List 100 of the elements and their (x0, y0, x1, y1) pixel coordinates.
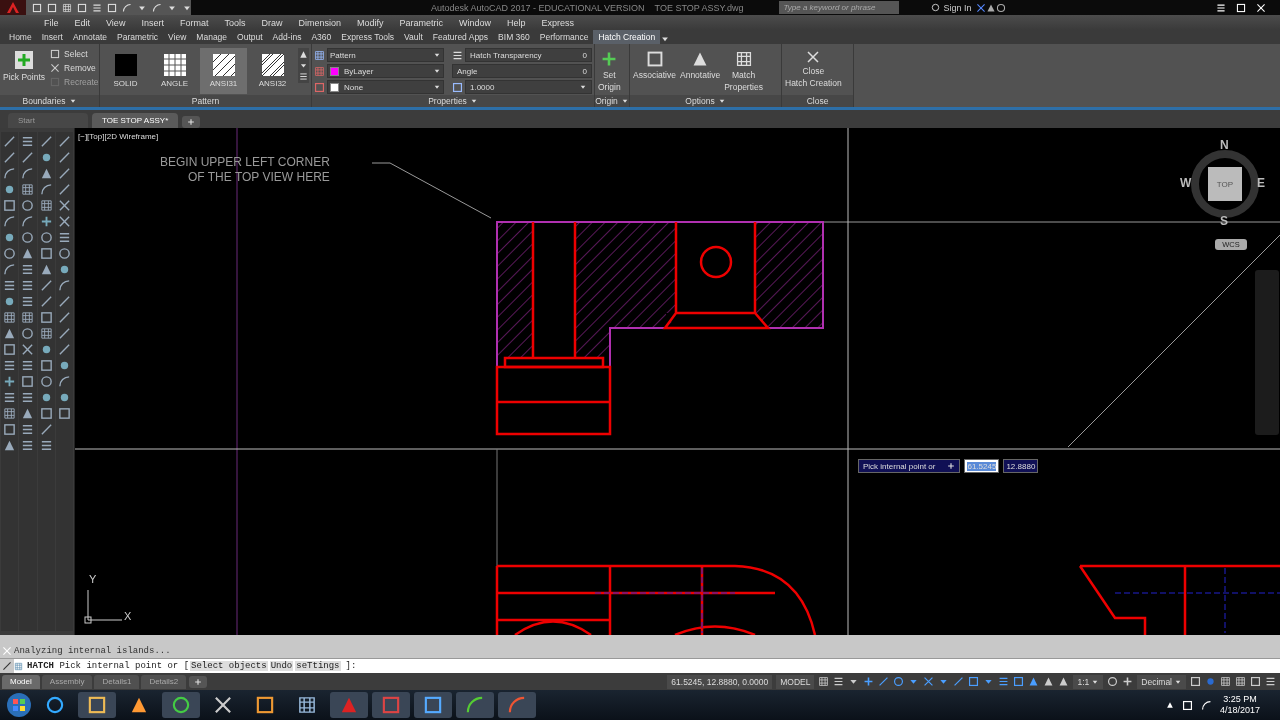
y-coordinate-field[interactable]: 12.8880 (1003, 459, 1039, 473)
triangle-icon[interactable] (1043, 676, 1055, 687)
circle-icon[interactable] (21, 199, 35, 212)
new-layout-button[interactable] (189, 675, 208, 688)
triangle-icon[interactable] (3, 439, 17, 452)
plus-icon[interactable] (39, 215, 53, 228)
square-icon[interactable] (1190, 676, 1201, 687)
line-icon[interactable] (878, 676, 890, 687)
grid-icon[interactable] (62, 2, 72, 13)
square-icon[interactable] (1013, 676, 1025, 687)
square-icon[interactable] (57, 407, 71, 420)
ribbon-tab[interactable]: Performance (534, 30, 594, 44)
lines-icon[interactable] (39, 439, 53, 452)
arc-icon[interactable] (3, 263, 17, 276)
triangle-icon[interactable] (3, 327, 17, 340)
option-button[interactable]: Associative (632, 48, 677, 82)
boundary-button[interactable]: Remove (48, 62, 99, 74)
menu-item[interactable]: Dimension (290, 17, 349, 28)
lines-icon[interactable] (3, 391, 17, 404)
line-icon[interactable] (3, 135, 17, 148)
command-option[interactable]: Undo (269, 661, 294, 671)
grid-icon[interactable] (3, 311, 17, 324)
line-icon[interactable] (57, 327, 71, 340)
top-face[interactable]: TOP (1208, 167, 1242, 201)
circle-icon[interactable] (3, 247, 17, 260)
pick-points-button[interactable]: Pick Points (2, 48, 47, 84)
ribbon-tab[interactable]: Manage (191, 30, 233, 44)
option-button[interactable]: Annotative (679, 48, 722, 82)
grid-icon[interactable] (3, 407, 17, 420)
new-tab-button[interactable] (182, 116, 201, 128)
clock[interactable]: 3:25 PM 4/18/2017 (1219, 694, 1260, 716)
square-icon[interactable] (3, 423, 17, 436)
lines-icon[interactable] (21, 135, 35, 148)
line-icon[interactable] (57, 135, 71, 148)
cross-icon[interactable] (21, 343, 35, 356)
lines-icon[interactable] (21, 439, 35, 452)
grid-icon[interactable] (39, 199, 53, 212)
dot-icon[interactable] (1205, 676, 1216, 687)
command-option[interactable]: seTtings (295, 661, 341, 671)
menu-item[interactable]: Format (171, 17, 217, 28)
scale-field[interactable]: 1.0000 (465, 80, 592, 94)
ribbon-tab[interactable]: Insert (36, 30, 68, 44)
line-icon[interactable] (21, 151, 35, 164)
ribbon-tab[interactable]: Vault (399, 30, 428, 44)
restore-icon[interactable] (1236, 2, 1246, 13)
plus-icon[interactable] (3, 375, 17, 388)
circle-icon[interactable] (21, 327, 35, 340)
grid-icon[interactable] (21, 311, 35, 324)
line-icon[interactable] (57, 183, 71, 196)
circle-icon[interactable] (39, 231, 53, 244)
layout-tab[interactable]: Details2 (141, 674, 187, 689)
line-icon[interactable] (39, 423, 53, 436)
plus-icon[interactable] (863, 676, 875, 687)
line-icon[interactable] (57, 311, 71, 324)
hatch-color-dropdown[interactable]: ByLayer (327, 64, 444, 78)
menu-item[interactable]: Help (499, 17, 534, 28)
line-icon[interactable] (3, 151, 17, 164)
close-icon[interactable] (1256, 2, 1266, 13)
lines-icon[interactable] (21, 423, 35, 436)
background-color-dropdown[interactable]: None (327, 80, 444, 94)
lines-icon[interactable] (57, 231, 71, 244)
lines-icon[interactable] (3, 279, 17, 292)
layout-tab[interactable]: Assembly (41, 674, 93, 689)
lines-icon[interactable] (21, 295, 35, 308)
arc-icon[interactable] (57, 375, 71, 388)
line-icon[interactable] (57, 151, 71, 164)
menu-item[interactable]: Insert (133, 17, 172, 28)
close-hatch-button[interactable]: Close Hatch Creation (784, 48, 843, 90)
square-icon[interactable] (3, 343, 17, 356)
panel-title[interactable]: Properties (312, 95, 594, 107)
lines-icon[interactable] (3, 359, 17, 372)
lines-icon[interactable] (1265, 676, 1276, 687)
menu-item[interactable]: Modify (349, 17, 392, 28)
line-icon[interactable] (57, 295, 71, 308)
ribbon-tab[interactable]: Annotate (67, 30, 112, 44)
arc-icon[interactable] (3, 167, 17, 180)
triangle-icon[interactable] (39, 263, 53, 276)
triangle-icon[interactable] (1028, 676, 1040, 687)
scroll-up-icon[interactable] (299, 50, 308, 59)
layout-tab[interactable]: Details1 (94, 674, 140, 689)
arc-icon[interactable] (3, 215, 17, 228)
line-icon[interactable] (39, 135, 53, 148)
triangle-icon[interactable] (21, 407, 35, 420)
menu-item[interactable]: Window (451, 17, 500, 28)
ribbon-tab[interactable]: Hatch Creation (593, 30, 661, 44)
set-origin-button[interactable]: Set Origin (597, 48, 622, 94)
ribbon-tab[interactable]: Add-ins (267, 30, 307, 44)
triangle-icon[interactable] (21, 247, 35, 260)
menu-item[interactable]: Express (533, 17, 583, 28)
lines-icon[interactable] (833, 676, 845, 687)
ribbon-tab[interactable]: Featured Apps (427, 30, 494, 44)
option-button[interactable]: Match Properties (723, 48, 764, 94)
layout-tab[interactable]: Model (2, 674, 40, 689)
square-icon[interactable] (3, 199, 17, 212)
app-menu-button[interactable] (0, 0, 26, 15)
ribbon-tab[interactable]: Output (232, 30, 268, 44)
model-space-button[interactable]: MODEL (776, 674, 815, 689)
taskbar-button[interactable] (78, 692, 116, 718)
panel-title[interactable]: Options (630, 95, 781, 107)
line-icon[interactable] (39, 279, 53, 292)
